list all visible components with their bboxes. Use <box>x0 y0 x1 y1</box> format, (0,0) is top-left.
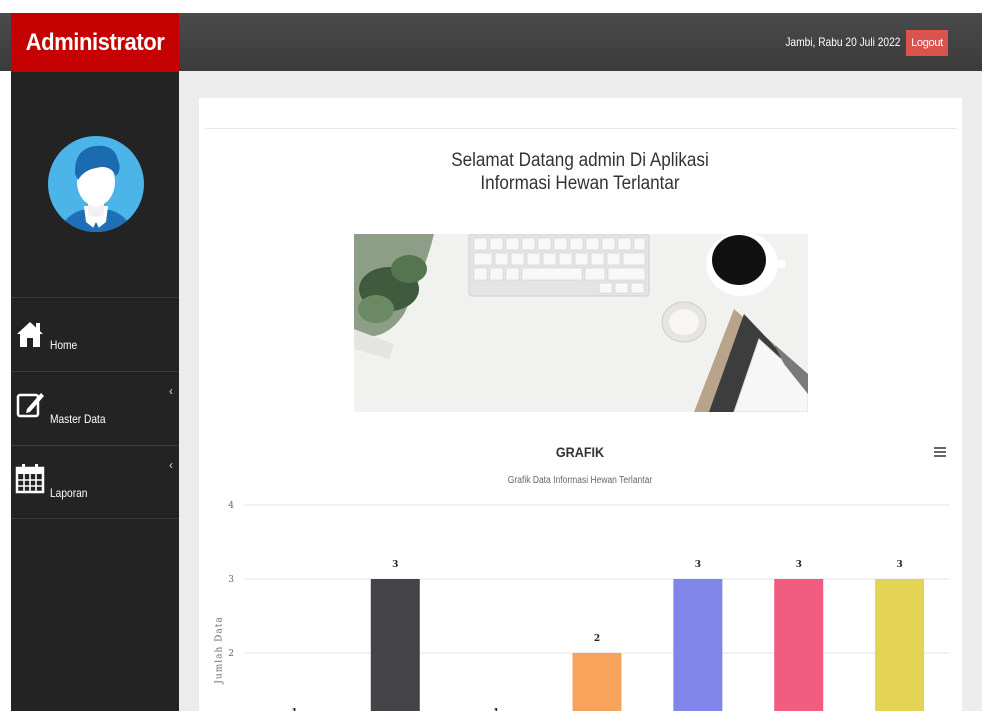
data-label: 3 <box>392 560 398 570</box>
chart-bar[interactable] <box>673 579 723 711</box>
data-label: 3 <box>695 560 701 570</box>
y-tick-label: 2 <box>228 649 234 659</box>
bar-chart: 2341312333 <box>228 501 950 711</box>
chart-bar[interactable] <box>370 579 420 711</box>
data-label: 2 <box>594 634 600 644</box>
chart-bar[interactable] <box>572 653 622 711</box>
data-label: 3 <box>896 560 902 570</box>
y-tick-label: 3 <box>228 575 234 585</box>
data-label: 3 <box>796 560 802 570</box>
chart-bar[interactable] <box>774 579 824 711</box>
chart-bar[interactable] <box>875 579 925 711</box>
y-tick-label: 4 <box>228 501 234 511</box>
